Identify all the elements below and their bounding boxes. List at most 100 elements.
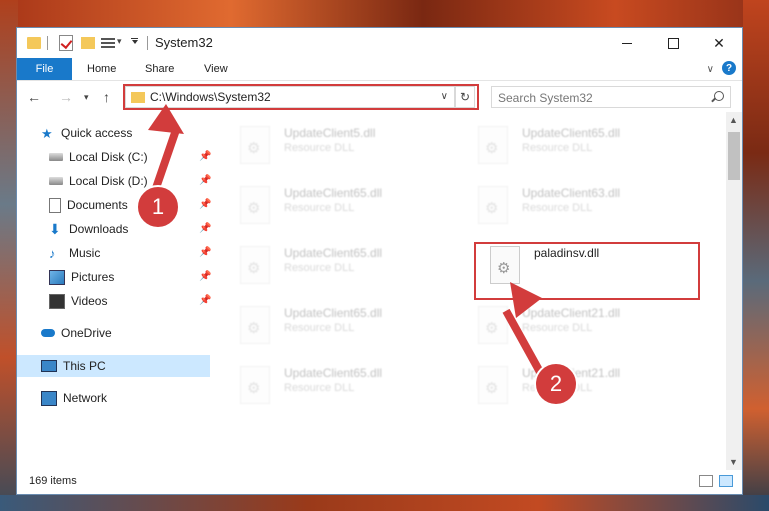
close-button[interactable]: ✕ (696, 28, 742, 58)
videos-icon (49, 293, 65, 309)
sidebar-item-label: This PC (63, 359, 106, 373)
properties-icon[interactable] (101, 36, 115, 49)
new-folder-icon[interactable] (81, 37, 95, 49)
sidebar-item-this-pc[interactable]: This PC (41, 355, 106, 377)
tab-home[interactable]: Home (87, 58, 116, 80)
pin-icon: 📌 (199, 151, 212, 162)
dll-file-icon (478, 126, 508, 164)
file-name: UpdateClient63.dll (522, 186, 621, 200)
sidebar-item-label: Pictures (71, 270, 115, 284)
desktop-background-bottom (0, 495, 769, 511)
window-title: System32 (155, 35, 213, 50)
file-item[interactable]: UpdateClient5.dll Resource DLL (226, 120, 446, 174)
minimize-button[interactable] (604, 28, 650, 58)
sidebar-item-label: Videos (71, 294, 108, 308)
navigation-bar: ← → ▾ ↑ C:\Windows\System32 ∨ ↻ Search S… (17, 81, 742, 111)
file-name: UpdateClient65.dll (284, 246, 383, 260)
up-button[interactable]: ↑ (103, 89, 110, 105)
file-item[interactable]: UpdateClient65.dll Resource DLL (226, 180, 446, 234)
onedrive-icon (41, 329, 55, 337)
arrow-2-head (510, 282, 542, 318)
sidebar-item-label: Local Disk (D:) (69, 174, 148, 188)
file-type: Resource DLL (284, 202, 355, 214)
dropdown-icon[interactable]: ▾ (117, 36, 122, 47)
downloads-icon: ⬇ (49, 220, 61, 237)
sidebar-item-local-disk-c[interactable]: Local Disk (C:) 📌 (49, 146, 242, 168)
file-item[interactable]: UpdateClient21.dllResource DLL (464, 300, 684, 354)
sidebar-item-label: Network (63, 391, 108, 405)
pin-icon: 📌 (199, 247, 212, 258)
sidebar-item-pictures[interactable]: Pictures 📌 (49, 266, 242, 288)
dll-file-icon (240, 246, 270, 284)
pin-icon: 📌 (199, 175, 212, 186)
tab-file[interactable]: File (17, 58, 72, 80)
file-item[interactable]: UpdateClient65.dll Resource DLL (226, 240, 446, 294)
recent-locations-icon[interactable]: ▾ (84, 92, 89, 103)
scroll-up-icon[interactable]: ▲ (729, 115, 738, 125)
pin-icon: 📌 (199, 271, 212, 282)
sidebar-item-label: Documents (67, 198, 128, 212)
pc-icon (41, 360, 57, 372)
dll-file-icon (240, 306, 270, 344)
dll-file-icon (478, 186, 508, 224)
status-bar: 169 items (17, 470, 742, 494)
navigation-pane: ★ Quick access Local Disk (C:) 📌 Local Dis… (17, 122, 212, 469)
file-type: Resource DLL (284, 322, 355, 334)
file-name: UpdateClient65.dll (284, 186, 383, 200)
scroll-down-icon[interactable]: ▼ (729, 457, 738, 467)
music-icon: ♪ (49, 245, 56, 261)
file-item[interactable]: UpdateClient65.dll Resource DLL (226, 300, 446, 354)
sidebar-item-label: Quick access (61, 126, 133, 140)
file-type: Resource DLL (522, 322, 593, 334)
dll-file-icon (240, 126, 270, 164)
file-type: Resource DLL (522, 142, 593, 154)
file-type: Resource DLL (522, 202, 593, 214)
sidebar-item-quick-access[interactable]: ★ Quick access (41, 122, 132, 144)
file-item[interactable]: UpdateClient65.dll Resource DLL (464, 120, 684, 174)
separator (47, 36, 48, 50)
scrollbar-thumb[interactable] (728, 132, 740, 180)
search-placeholder: Search System32 (498, 91, 593, 105)
customize-toolbar-icon[interactable] (131, 38, 138, 39)
file-name: UpdateClient65.dll (522, 126, 621, 140)
vertical-scrollbar[interactable]: ▲ ▼ (726, 112, 742, 470)
arrow-1-head (148, 104, 184, 134)
expand-ribbon-icon[interactable]: ∨ (707, 64, 714, 75)
desktop-background (0, 0, 769, 27)
close-icon: ✕ (713, 34, 725, 51)
sidebar-item-music[interactable]: ♪ Music 📌 (49, 242, 242, 264)
title-bar: ▾ System32 ✕ (17, 28, 742, 58)
back-button[interactable]: ← (27, 89, 41, 105)
tab-share[interactable]: Share (145, 58, 174, 80)
sidebar-item-label: Downloads (69, 222, 129, 236)
file-item[interactable]: UpdateClient65.dll Resource DLL (226, 360, 446, 414)
folder-icon (27, 37, 41, 49)
network-icon (41, 390, 57, 406)
sidebar-item-label: OneDrive (61, 326, 112, 340)
dll-file-icon (240, 186, 270, 224)
file-explorer-window: ▾ System32 ✕ File Home Share View ∨ ? ← … (16, 27, 743, 495)
documents-icon (49, 197, 61, 213)
sidebar-item-onedrive[interactable]: OneDrive (41, 322, 112, 344)
pictures-icon (49, 269, 65, 285)
file-name: UpdateClient65.dll (284, 306, 383, 320)
file-name: UpdateClient65.dll (284, 366, 383, 380)
search-input[interactable]: Search System32 (491, 86, 731, 108)
maximize-button[interactable] (650, 28, 696, 58)
sidebar-item-network[interactable]: Network (41, 387, 107, 409)
maximize-icon (667, 37, 679, 49)
large-icons-view-icon[interactable] (719, 475, 733, 487)
sidebar-item-label: Music (69, 246, 101, 260)
item-count: 169 items (29, 475, 77, 487)
properties-check-icon[interactable] (59, 35, 73, 51)
minimize-icon (622, 42, 632, 44)
step-2-marker: 2 (534, 362, 578, 406)
help-icon[interactable]: ? (722, 61, 736, 75)
forward-button[interactable]: → (59, 89, 73, 105)
search-icon[interactable] (714, 91, 724, 101)
tab-view[interactable]: View (204, 58, 228, 80)
sidebar-item-videos[interactable]: Videos 📌 (49, 290, 242, 312)
details-view-icon[interactable] (699, 475, 713, 487)
dll-file-icon (240, 366, 270, 404)
file-item[interactable]: UpdateClient63.dll Resource DLL (464, 180, 684, 234)
